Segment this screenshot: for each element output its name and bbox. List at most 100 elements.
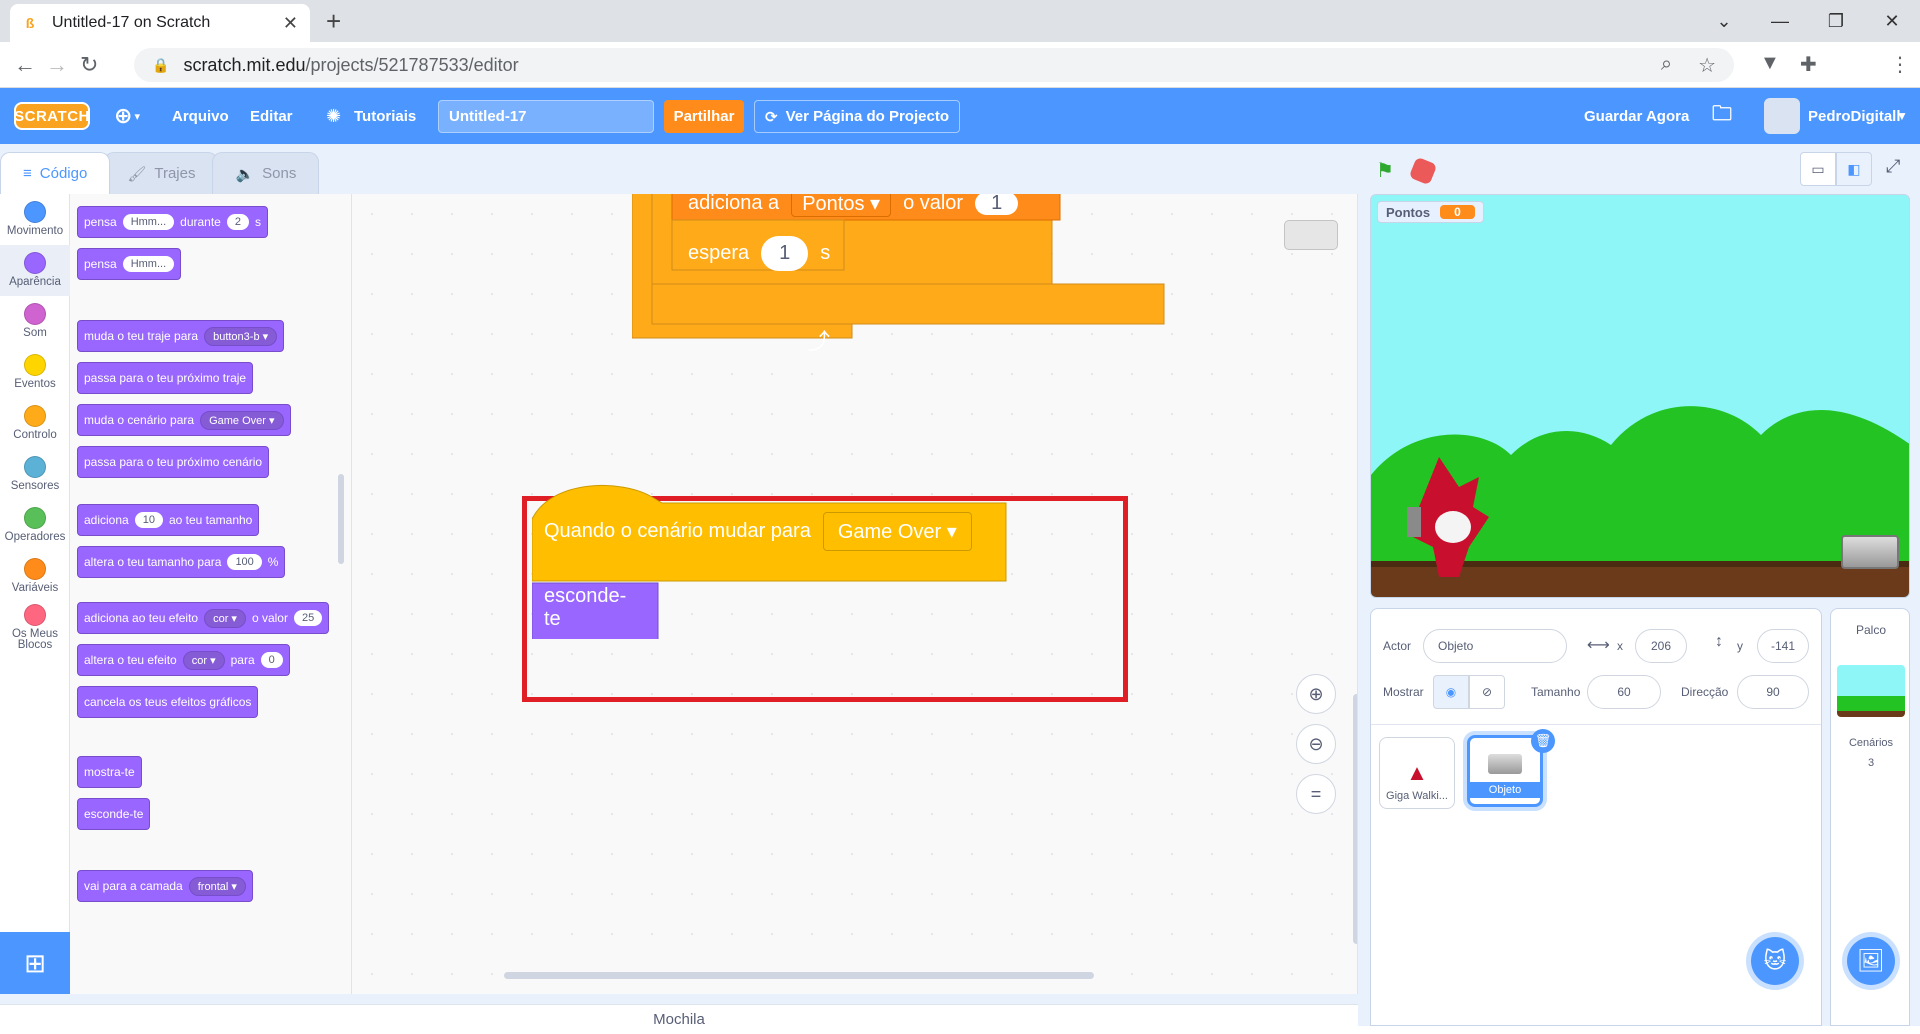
hide-block[interactable]: esconde-te [544, 585, 626, 631]
see-project-page-button[interactable]: ⟳ Ver Página do Projecto [754, 100, 960, 133]
sprite-thumb-giga[interactable]: ▲ Giga Walki... [1379, 737, 1455, 809]
share-button[interactable]: Partilhar [664, 100, 744, 133]
block-dropdown[interactable]: button3-b ▾ [204, 326, 278, 346]
category-5[interactable]: Controlo [0, 398, 70, 449]
my-stuff-folder-icon[interactable]: 🗀 [1712, 88, 1732, 144]
extension-icon[interactable]: ▼ [1760, 52, 1780, 75]
stage-canvas[interactable]: Pontos 0 [1370, 194, 1910, 598]
block-input[interactable]: 1 [975, 194, 1019, 215]
block-switch-costume[interactable]: muda o teu traje para button3-b ▾ [77, 320, 285, 352]
category-4[interactable]: Eventos [0, 347, 70, 398]
account-caret-icon[interactable]: ▼ [1896, 88, 1908, 144]
category-8[interactable]: Variáveis [0, 551, 70, 602]
maximize-icon[interactable]: ❐ [1808, 11, 1864, 32]
category-1[interactable]: Movimento [0, 194, 70, 245]
block-dropdown[interactable]: cor ▾ [182, 650, 225, 670]
back-icon[interactable]: ← [14, 52, 36, 78]
script-workspace[interactable]: adiciona a Pontos ▾ o valor 1 espera 1 s… [352, 194, 1358, 994]
browser-tab[interactable]: ß Untitled-17 on Scratch ✕ [10, 4, 310, 42]
browser-menu-icon[interactable]: ⋮ [1890, 52, 1910, 77]
stage-target-panel[interactable]: Palco Cenários 3 🖼 [1830, 608, 1910, 1026]
block-switch-backdrop[interactable]: muda o cenário para Game Over ▾ [77, 404, 291, 436]
block-set-size[interactable]: altera o teu tamanho para 100% [77, 546, 286, 578]
block-input[interactable]: Hmm... [122, 256, 175, 272]
close-window-icon[interactable]: ✕ [1864, 11, 1920, 32]
add-extension-button[interactable]: ⊞ [0, 932, 70, 994]
block-think-for[interactable]: pensa Hmm... durante 2 s [77, 206, 268, 238]
block-input[interactable]: Hmm... [122, 214, 175, 230]
backpack-bar[interactable]: Mochila [0, 1004, 1358, 1034]
category-2[interactable]: Aparência [0, 245, 70, 296]
bookmark-star-icon[interactable]: ☆ [1698, 53, 1716, 78]
block-input[interactable]: 10 [134, 512, 163, 528]
block-go-layer[interactable]: vai para a camada frontal ▾ [77, 870, 253, 902]
actor-name-input[interactable]: Objeto [1423, 629, 1567, 663]
stop-icon[interactable] [1408, 156, 1438, 186]
object-sprite[interactable] [1841, 535, 1899, 569]
block-change-size[interactable]: adiciona 10 ao teu tamanho [77, 504, 260, 536]
giga-sprite-icon[interactable] [1399, 447, 1499, 577]
puzzle-icon[interactable]: ✚ [1800, 52, 1817, 77]
block-next-backdrop[interactable]: passa para o teu próximo cenário [77, 446, 270, 478]
block-input[interactable]: 1 [761, 235, 809, 271]
zoom-out-icon[interactable]: ⊖ [1296, 724, 1336, 764]
reload-icon[interactable]: ↻ [80, 52, 98, 78]
large-stage-icon[interactable]: ◧ [1836, 152, 1872, 186]
profile-dropdown-icon[interactable]: ⌄ [1696, 11, 1752, 32]
close-tab-icon[interactable]: ✕ [283, 13, 298, 34]
block-input[interactable]: 25 [293, 610, 323, 626]
fullscreen-icon[interactable]: ⤢ [1886, 156, 1900, 177]
small-stage-icon[interactable]: ▭ [1800, 152, 1836, 186]
username[interactable]: PedroDigitall [1808, 88, 1901, 144]
menu-tutorials[interactable]: Tutoriais [354, 88, 416, 144]
tab-code[interactable]: ≡ Código [0, 152, 111, 194]
block-input[interactable]: 100 [227, 554, 262, 570]
category-9[interactable]: Os Meus Blocos [0, 602, 70, 653]
backdrop-thumbnail[interactable] [1837, 665, 1905, 717]
category-7[interactable]: Operadores [0, 500, 70, 551]
menu-file[interactable]: Arquivo [172, 88, 229, 144]
direction-input[interactable]: 90 [1737, 675, 1809, 709]
new-tab-icon[interactable]: + [326, 6, 341, 37]
block-dropdown[interactable]: Game Over ▾ [822, 511, 972, 551]
block-dropdown[interactable]: frontal ▾ [188, 876, 246, 896]
save-now-button[interactable]: Guardar Agora [1584, 88, 1689, 144]
forward-icon[interactable]: → [46, 52, 68, 78]
tab-sounds[interactable]: 🔈 Sons [212, 152, 320, 194]
zoom-icon[interactable]: ⌕ [1661, 53, 1672, 78]
block-show[interactable]: mostra-te [77, 756, 142, 788]
block-input[interactable]: 2 [226, 214, 249, 230]
zoom-in-icon[interactable]: ⊕ [1296, 674, 1336, 714]
workspace-vertical-scrollbar[interactable] [1353, 694, 1357, 944]
block-set-effect[interactable]: altera o teu efeito cor ▾ para 0 [77, 644, 290, 676]
scratch-logo[interactable]: SCRATCH [14, 102, 90, 130]
workspace-horizontal-scrollbar[interactable] [504, 972, 1094, 979]
show-visible-icon[interactable]: ◉ [1433, 675, 1469, 709]
minimize-icon[interactable]: — [1752, 11, 1808, 32]
block-clear-effects[interactable]: cancela os teus efeitos gráficos [77, 686, 259, 718]
menu-edit[interactable]: Editar [250, 88, 293, 144]
url-field[interactable]: 🔒 scratch.mit.edu/projects/521787533/edi… [134, 48, 1734, 82]
block-dropdown[interactable]: Pontos ▾ [791, 194, 892, 217]
choose-backdrop-icon[interactable]: 🖼 [1847, 937, 1895, 985]
show-hidden-icon[interactable]: ⊘ [1469, 675, 1505, 709]
block-next-costume[interactable]: passa para o teu próximo traje [77, 362, 254, 394]
block-input[interactable]: 0 [260, 652, 283, 668]
x-input[interactable]: 206 [1635, 629, 1687, 663]
category-6[interactable]: Sensores [0, 449, 70, 500]
palette-scrollbar[interactable] [338, 474, 344, 564]
green-flag-icon[interactable]: ⚑ [1376, 158, 1394, 183]
block-dropdown[interactable]: Game Over ▾ [200, 410, 284, 430]
block-hide[interactable]: esconde-te [77, 798, 151, 830]
zoom-reset-icon[interactable]: = [1296, 774, 1336, 814]
delete-sprite-icon[interactable]: 🗑 [1531, 729, 1555, 753]
tab-costumes[interactable]: 🖌 Trajes [104, 152, 219, 194]
block-change-effect[interactable]: adiciona ao teu efeito cor ▾ o valor 25 [77, 602, 330, 634]
choose-sprite-cat-icon[interactable]: 🐱 [1751, 937, 1799, 985]
project-title-input[interactable]: Untitled-17 [438, 100, 654, 133]
category-3[interactable]: Som [0, 296, 70, 347]
size-input[interactable]: 60 [1587, 675, 1661, 709]
y-input[interactable]: -141 [1757, 629, 1809, 663]
block-dropdown[interactable]: cor ▾ [204, 608, 246, 628]
block-think[interactable]: pensa Hmm... [77, 248, 182, 280]
